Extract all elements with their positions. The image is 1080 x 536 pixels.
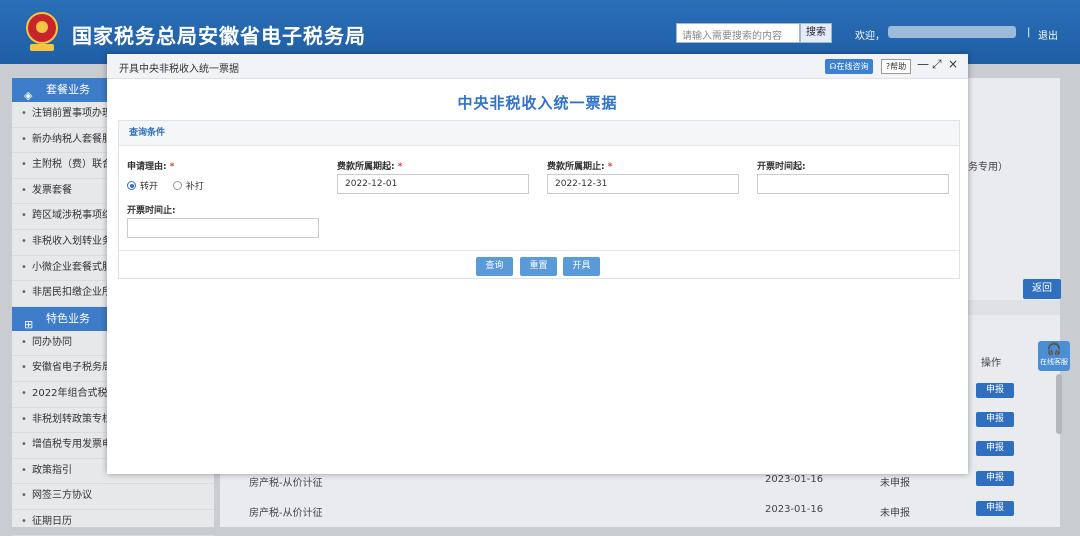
reason-radio-group: 转开 补打 xyxy=(127,179,204,192)
header-separator: | xyxy=(1027,27,1031,38)
sidebar-section-title: 套餐业务 xyxy=(46,83,90,96)
sidebar-section-title: 特色业务 xyxy=(46,311,90,325)
issue-start-input[interactable] xyxy=(757,174,949,194)
declare-button[interactable]: 申报 xyxy=(976,501,1014,516)
period-end-label: 费款所属期止: * xyxy=(547,159,612,172)
modal-title: 中央非税收入统一票据 xyxy=(457,94,618,112)
table-cell-status: 未申报 xyxy=(880,478,910,489)
reason-label-text: 申请理由: xyxy=(127,162,167,172)
declare-button[interactable]: 申报 xyxy=(976,441,1014,456)
tax-emblem-icon xyxy=(26,12,58,51)
background-fragment: 务专用） xyxy=(968,162,1008,173)
query-button[interactable]: 查询 xyxy=(476,257,513,276)
help-button[interactable]: ?帮助 xyxy=(881,59,911,74)
issue-end-input[interactable] xyxy=(127,218,319,238)
table-cell-date: 2023-01-16 xyxy=(765,504,824,515)
query-conditions-panel: 查询条件 申请理由: * 转开 补打 费款所属期起: * 2022-12-01 … xyxy=(118,120,960,279)
sidebar-item[interactable]: 网签三方协议 xyxy=(12,484,214,510)
declare-button[interactable]: 申报 xyxy=(976,412,1014,427)
table-cell-name: 房产税-从价计征 xyxy=(249,508,323,519)
period-start-label-text: 费款所属期起: xyxy=(337,162,395,172)
back-button[interactable]: 返回 xyxy=(1023,279,1061,299)
radio-selected-icon[interactable] xyxy=(127,181,136,190)
floating-service-label: 在线客服 xyxy=(1040,358,1068,366)
modal-titlebar: 开具中央非税收入统一票据 ☊在线咨询 ?帮助 — ⤢ × xyxy=(107,54,968,79)
period-start-input[interactable]: 2022-12-01 xyxy=(337,174,529,194)
user-name-redacted xyxy=(888,26,1016,38)
radio-transfer-label: 转开 xyxy=(140,182,159,192)
online-consult-button[interactable]: ☊在线咨询 xyxy=(825,59,873,74)
help-label: 帮助 xyxy=(890,62,907,71)
search-input[interactable]: 请输入需要搜索的内容 xyxy=(676,23,800,43)
issue-end-label: 开票时间止: xyxy=(127,206,176,216)
column-header-operation: 操作 xyxy=(981,358,1001,369)
headset-icon: 🎧 xyxy=(1046,342,1062,356)
close-icon[interactable]: × xyxy=(948,57,958,71)
online-consult-label: 在线咨询 xyxy=(836,62,869,71)
radio-reprint[interactable]: 补打 xyxy=(172,181,204,192)
radio-transfer[interactable]: 转开 xyxy=(127,181,159,192)
issue-button[interactable]: 开具 xyxy=(563,257,600,276)
table-cell-status: 未申报 xyxy=(880,508,910,519)
welcome-text: 欢迎， xyxy=(855,31,885,42)
query-conditions-header: 查询条件 xyxy=(119,121,959,146)
site-title: 国家税务总局安徽省电子税务局 xyxy=(72,24,366,48)
sidebar-item[interactable]: 征期日历 xyxy=(12,510,214,536)
required-mark: * xyxy=(169,162,175,172)
reset-button[interactable]: 重置 xyxy=(520,257,557,276)
headset-icon: ☊ xyxy=(829,62,837,71)
declare-button[interactable]: 申报 xyxy=(976,383,1014,398)
table-cell-date: 2023-01-16 xyxy=(765,474,824,485)
logout-link[interactable]: 退出 xyxy=(1038,27,1058,42)
reason-label: 申请理由: * xyxy=(127,159,174,172)
query-button-row: 查询 重置 开具 xyxy=(119,250,959,279)
radio-empty-icon[interactable] xyxy=(172,181,182,190)
minimize-icon[interactable]: — xyxy=(917,57,929,71)
modal-caption: 开具中央非税收入统一票据 xyxy=(119,64,239,75)
maximize-icon[interactable]: ⤢ xyxy=(932,57,942,72)
issue-start-label: 开票时间起: xyxy=(757,162,806,172)
period-end-input[interactable]: 2022-12-31 xyxy=(547,174,739,194)
scrollbar[interactable] xyxy=(1056,374,1062,434)
table-cell-name: 房产税-从价计征 xyxy=(249,478,323,489)
floating-service-button[interactable]: 🎧 在线客服 xyxy=(1038,341,1070,371)
required-mark: * xyxy=(607,162,613,172)
search-button[interactable]: 搜索 xyxy=(800,23,832,43)
issue-receipt-modal: 开具中央非税收入统一票据 ☊在线咨询 ?帮助 — ⤢ × 中央非税收入统一票据 … xyxy=(107,54,968,474)
period-end-label-text: 费款所属期止: xyxy=(547,162,605,172)
declare-button[interactable]: 申报 xyxy=(976,471,1014,486)
radio-reprint-label: 补打 xyxy=(185,182,204,192)
period-start-label: 费款所属期起: * xyxy=(337,159,402,172)
required-mark: * xyxy=(397,162,403,172)
